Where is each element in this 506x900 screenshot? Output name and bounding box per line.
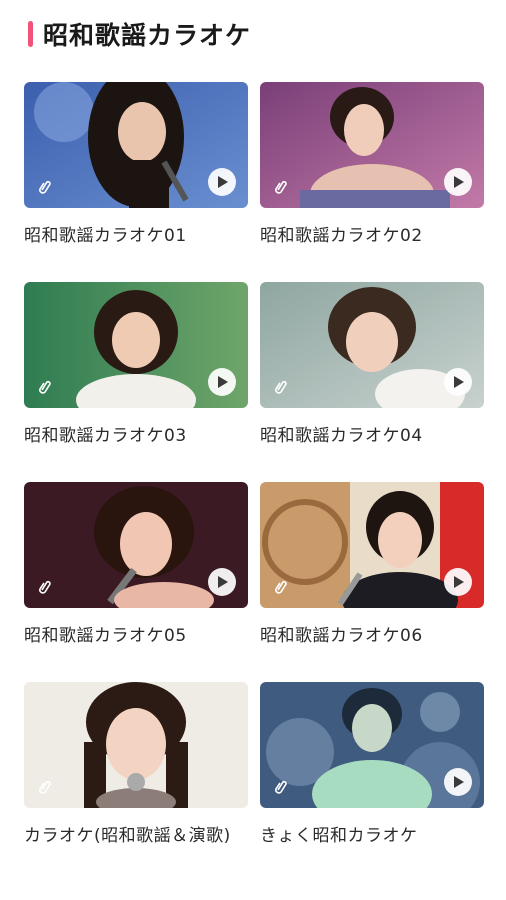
playlist-card[interactable]: カラオケ(昭和歌謡＆演歌) <box>24 682 248 882</box>
playlist-thumbnail[interactable] <box>24 282 248 408</box>
play-icon <box>218 576 228 588</box>
clip-icon <box>39 180 51 194</box>
clip-icon <box>39 580 51 594</box>
play-button[interactable] <box>444 568 472 596</box>
play-button[interactable] <box>208 568 236 596</box>
playlist-card[interactable]: 昭和歌謡カラオケ04 <box>260 282 484 482</box>
play-icon <box>454 376 464 388</box>
playlist-thumbnail[interactable] <box>24 682 248 808</box>
playlist-card[interactable]: 昭和歌謡カラオケ06 <box>260 482 484 682</box>
play-icon <box>454 176 464 188</box>
playlist-thumbnail[interactable] <box>260 82 484 208</box>
play-button[interactable] <box>208 368 236 396</box>
play-icon <box>454 776 464 788</box>
playlist-thumbnail[interactable] <box>260 682 484 808</box>
play-button[interactable] <box>444 168 472 196</box>
karaoke-playlist-page: 昭和歌謡カラオケ 昭和歌謡カラオケ01 昭和歌謡カラオケ02 昭和歌謡カラオケ0… <box>0 0 506 900</box>
playlist-thumbnail[interactable] <box>260 482 484 608</box>
playlist-thumbnail[interactable] <box>24 482 248 608</box>
section-header: 昭和歌謡カラオケ <box>28 14 251 54</box>
section-title: 昭和歌謡カラオケ <box>43 21 252 50</box>
playlist-card[interactable]: 昭和歌謡カラオケ05 <box>24 482 248 682</box>
playlist-grid: 昭和歌謡カラオケ01 昭和歌謡カラオケ02 昭和歌謡カラオケ03 昭和歌謡カラオ… <box>24 82 484 882</box>
play-icon <box>218 376 228 388</box>
clip-icon <box>39 380 51 394</box>
playlist-thumbnail[interactable] <box>260 282 484 408</box>
playlist-card[interactable]: 昭和歌謡カラオケ01 <box>24 82 248 282</box>
clip-icon <box>275 180 287 194</box>
playlist-card[interactable]: きょく昭和カラオケ <box>260 682 484 882</box>
playlist-card[interactable]: 昭和歌謡カラオケ02 <box>260 82 484 282</box>
playlist-title[interactable]: 昭和歌謡カラオケ02 <box>260 224 484 248</box>
playlist-title[interactable]: 昭和歌謡カラオケ01 <box>24 224 248 248</box>
playlist-title[interactable]: 昭和歌謡カラオケ06 <box>260 624 484 648</box>
clip-icon <box>275 580 287 594</box>
playlist-title[interactable]: カラオケ(昭和歌謡＆演歌) <box>24 824 248 848</box>
playlist-title[interactable]: 昭和歌謡カラオケ04 <box>260 424 484 448</box>
clip-icon <box>275 380 287 394</box>
playlist-card[interactable]: 昭和歌謡カラオケ03 <box>24 282 248 482</box>
clip-icon <box>275 780 287 794</box>
play-icon <box>454 576 464 588</box>
section-accent-bar <box>28 21 33 47</box>
play-button[interactable] <box>444 368 472 396</box>
play-button[interactable] <box>208 168 236 196</box>
play-icon <box>218 176 228 188</box>
clip-icon <box>39 780 51 794</box>
playlist-thumbnail[interactable] <box>24 82 248 208</box>
playlist-title[interactable]: きょく昭和カラオケ <box>260 824 484 848</box>
playlist-title[interactable]: 昭和歌謡カラオケ03 <box>24 424 248 448</box>
playlist-title[interactable]: 昭和歌謡カラオケ05 <box>24 624 248 648</box>
thumbnail-image <box>24 682 248 808</box>
play-button[interactable] <box>444 768 472 796</box>
